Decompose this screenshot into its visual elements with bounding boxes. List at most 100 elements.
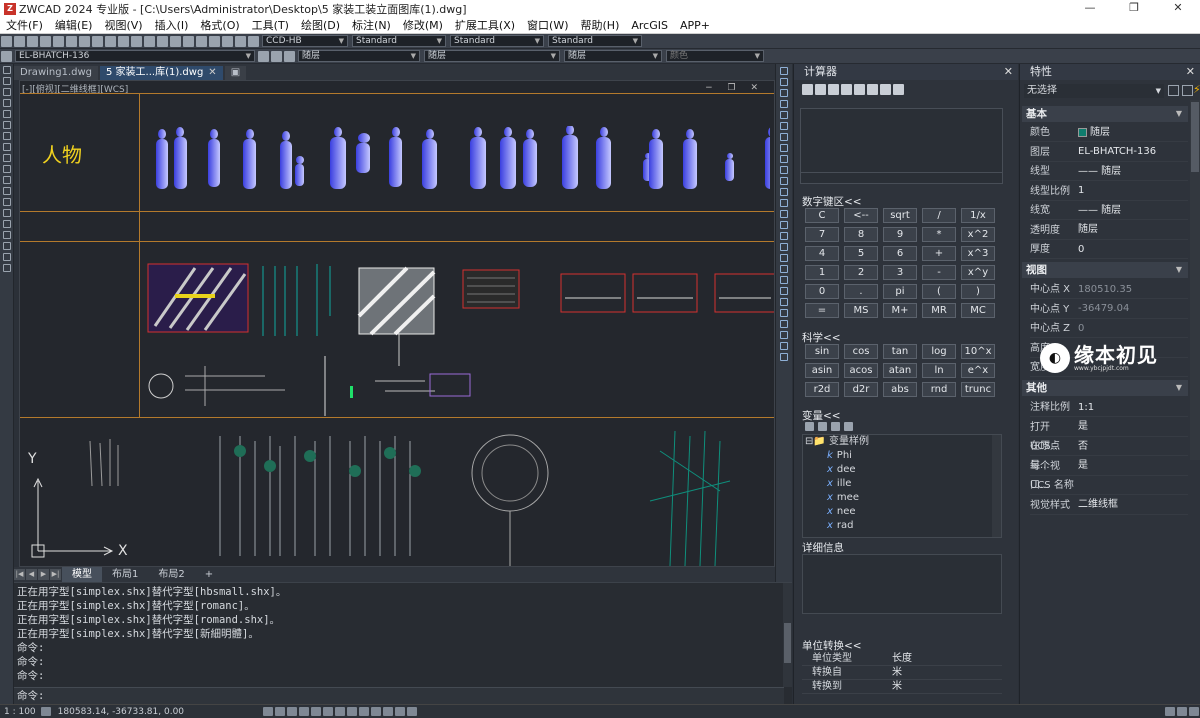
numpad-key[interactable]: MC bbox=[961, 303, 995, 318]
scale-dropdown-icon[interactable] bbox=[40, 707, 51, 716]
numpad-key[interactable]: 4 bbox=[805, 246, 839, 261]
polygon-icon[interactable] bbox=[3, 99, 11, 107]
menu-modify[interactable]: 修改(M) bbox=[397, 17, 449, 33]
calculator-input[interactable] bbox=[800, 172, 1003, 185]
property-value[interactable]: 随层 bbox=[1078, 123, 1110, 141]
layer-icon-g[interactable] bbox=[780, 309, 788, 317]
layer-icon-d[interactable] bbox=[780, 276, 788, 284]
spline-icon[interactable] bbox=[3, 154, 11, 162]
numpad-key[interactable]: 6 bbox=[883, 246, 917, 261]
multileader-style-select[interactable]: Standard ▼ bbox=[548, 35, 642, 47]
layer-icon-j[interactable] bbox=[780, 342, 788, 350]
history-icon[interactable] bbox=[815, 84, 826, 95]
numpad-key[interactable]: - bbox=[922, 265, 956, 280]
property-value[interactable]: 1:1 bbox=[1078, 398, 1094, 416]
gradient-icon[interactable] bbox=[3, 231, 11, 239]
variable-item[interactable]: x nee bbox=[803, 505, 1001, 519]
toggle-pickadd-icon[interactable] bbox=[1168, 85, 1179, 96]
selection-dropdown[interactable]: 无选择 ▼ bbox=[1024, 84, 1164, 98]
grid-icon[interactable] bbox=[275, 707, 286, 716]
print-icon[interactable] bbox=[40, 35, 51, 47]
layer-icon-a[interactable] bbox=[780, 243, 788, 251]
extend-icon[interactable] bbox=[780, 177, 788, 185]
menu-arcgis[interactable]: ArcGIS bbox=[625, 19, 674, 32]
new-variable-icon[interactable] bbox=[805, 422, 814, 431]
numpad-key[interactable]: sqrt bbox=[883, 208, 917, 223]
sci-key[interactable]: atan bbox=[883, 363, 917, 378]
tpy-icon[interactable] bbox=[371, 707, 382, 716]
property-row[interactable]: 视觉样式 二维线框 bbox=[1030, 496, 1188, 515]
hatch-icon[interactable] bbox=[3, 220, 11, 228]
scale-icon[interactable] bbox=[780, 144, 788, 152]
property-row[interactable]: 线宽 —— 随层 bbox=[1030, 201, 1188, 220]
insert-block-icon[interactable] bbox=[3, 187, 11, 195]
numpad-key[interactable]: + bbox=[922, 246, 956, 261]
sci-key[interactable]: d2r bbox=[844, 382, 878, 397]
revision-cloud-icon[interactable] bbox=[3, 143, 11, 151]
add-layout-button[interactable]: + bbox=[195, 567, 223, 582]
properties-icon[interactable] bbox=[196, 35, 207, 47]
layer-icon-b[interactable] bbox=[780, 254, 788, 262]
close-window-button[interactable]: ✕ bbox=[1156, 0, 1200, 16]
numpad-key[interactable]: 7 bbox=[805, 227, 839, 242]
lineweight-select[interactable]: 随层 ▼ bbox=[564, 50, 662, 62]
menu-view[interactable]: 视图(V) bbox=[98, 17, 148, 33]
plot-style-select[interactable]: 颜色 ▼ bbox=[666, 50, 764, 62]
close-properties-icon[interactable]: ✕ bbox=[1186, 64, 1195, 80]
sci-key[interactable]: asin bbox=[805, 363, 839, 378]
clear-icon[interactable] bbox=[802, 84, 813, 95]
property-value[interactable]: 0 bbox=[1078, 319, 1084, 337]
color-select[interactable]: 随层 ▼ bbox=[298, 50, 420, 62]
chamfer-icon[interactable] bbox=[780, 210, 788, 218]
unit-conversion-title[interactable]: 单位转换<< bbox=[802, 638, 862, 653]
make-current-layer-icon[interactable] bbox=[258, 50, 269, 62]
quick-select-icon[interactable]: ⚡ bbox=[1193, 83, 1200, 96]
property-row[interactable]: UCS 名称 bbox=[1030, 476, 1188, 495]
layer-previous-icon[interactable] bbox=[271, 50, 282, 62]
angle-icon[interactable] bbox=[854, 84, 865, 95]
paste-icon[interactable] bbox=[92, 35, 103, 47]
new-file-icon[interactable] bbox=[1, 35, 12, 47]
arc-icon[interactable] bbox=[3, 121, 11, 129]
category-other[interactable]: 其他 ▼ bbox=[1022, 380, 1188, 396]
break-icon[interactable] bbox=[780, 188, 788, 196]
property-row[interactable]: 中心点 X 180510.35 bbox=[1030, 280, 1188, 299]
table-icon[interactable] bbox=[3, 253, 11, 261]
variables-title[interactable]: 变量<< bbox=[802, 408, 841, 423]
menu-window[interactable]: 窗口(W) bbox=[521, 17, 574, 33]
property-value[interactable]: -36479.04 bbox=[1078, 300, 1129, 318]
close-tab-icon[interactable]: ✕ bbox=[208, 66, 216, 80]
menu-dimension[interactable]: 标注(N) bbox=[346, 17, 397, 33]
property-value[interactable]: 180510.35 bbox=[1078, 280, 1132, 298]
property-value[interactable]: —— 随层 bbox=[1078, 162, 1121, 180]
last-layout-icon[interactable]: ▶| bbox=[50, 569, 61, 580]
numpad-key[interactable]: 3 bbox=[883, 265, 917, 280]
ducs-icon[interactable] bbox=[335, 707, 346, 716]
first-layout-icon[interactable]: |◀ bbox=[14, 569, 25, 580]
make-block-icon[interactable] bbox=[3, 198, 11, 206]
numpad-key[interactable]: / bbox=[922, 208, 956, 223]
numpad-key[interactable]: . bbox=[844, 284, 878, 299]
property-row[interactable]: 线型比例 1 bbox=[1030, 182, 1188, 201]
numpad-key[interactable]: MR bbox=[922, 303, 956, 318]
menu-edit[interactable]: 编辑(E) bbox=[49, 17, 99, 33]
ellipse-icon[interactable] bbox=[3, 165, 11, 173]
point-icon[interactable] bbox=[3, 209, 11, 217]
help-icon[interactable] bbox=[248, 35, 259, 47]
category-view[interactable]: 视图 ▼ bbox=[1022, 262, 1188, 278]
property-row[interactable]: 注释比例 1:1 bbox=[1030, 398, 1188, 417]
numpad-key[interactable]: x^y bbox=[961, 265, 995, 280]
layer-states-icon[interactable] bbox=[284, 50, 295, 62]
layer-icon-i[interactable] bbox=[780, 331, 788, 339]
property-value[interactable]: 0 bbox=[1078, 240, 1084, 258]
delete-variable-icon[interactable] bbox=[831, 422, 840, 431]
stretch-icon[interactable] bbox=[780, 155, 788, 163]
numpad-key[interactable]: x^2 bbox=[961, 227, 995, 242]
ortho-icon[interactable] bbox=[287, 707, 298, 716]
polar-icon[interactable] bbox=[299, 707, 310, 716]
layer-icon-k[interactable] bbox=[780, 353, 788, 361]
menu-app-plus[interactable]: APP+ bbox=[674, 19, 716, 32]
annotation-scale-icon[interactable] bbox=[1165, 707, 1175, 716]
lwt-icon[interactable] bbox=[359, 707, 370, 716]
distance-icon[interactable] bbox=[841, 84, 852, 95]
